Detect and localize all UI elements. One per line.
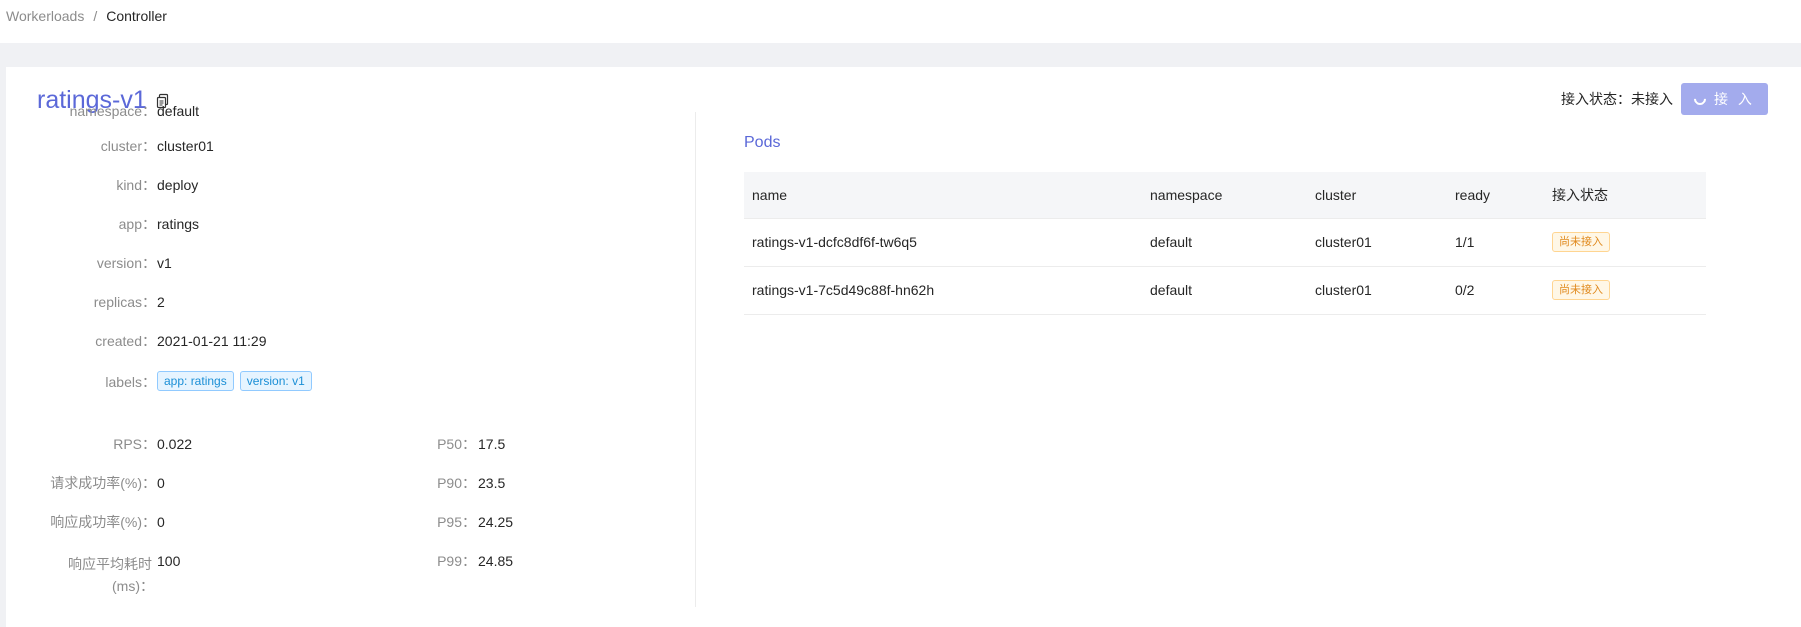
metric-label-line: (ms)： [112,578,154,594]
detail-value: cluster01 [157,138,214,154]
access-status-label: 接入状态： [1561,91,1631,107]
access-status: 接入状态：未接入 [1561,91,1673,107]
metric-label-p99: P99： [437,553,476,569]
column-header-cluster: cluster [1307,172,1447,219]
column-header-ready: ready [1447,172,1544,219]
detail-created: created： 2021-01-21 11:29 [6,333,686,349]
detail-value: 2021-01-21 11:29 [157,333,267,349]
breadcrumb-controller: Controller [106,8,167,24]
column-header-namespace: namespace [1142,172,1307,219]
metric-label-p95: P95： [437,514,476,530]
detail-version: version： v1 [6,255,686,271]
metric-label-line: 响应平均耗时 [68,556,152,572]
detail-card: ratings-v1 接入状态：未接入 接 入 namespace： defau… [6,67,1801,627]
metric-value-response-success: 0 [157,514,165,530]
pod-namespace: default [1142,218,1307,267]
detail-label: namespace： [69,103,156,119]
detail-namespace: namespace： default [6,103,686,119]
column-header-access-status: 接入状态 [1544,172,1706,219]
pod-status-cell: 尚未接入 [1544,266,1706,315]
breadcrumb-separator: / [93,8,98,24]
table-row: ratings-v1-7c5d49c88f-hn62h default clus… [744,266,1706,315]
metric-label-request-success: 请求成功率(%)： [50,475,156,491]
connect-button[interactable]: 接 入 [1681,83,1768,115]
top-bar: Workerloads / Controller [0,0,1801,43]
metric-label-response-success: 响应成功率(%)： [50,514,156,530]
pod-cluster: cluster01 [1307,266,1447,315]
detail-label: replicas： [93,294,156,310]
metric-label-avg-latency: 响应平均耗时 (ms)： [66,553,154,597]
column-header-name: name [744,172,1142,219]
access-status-value: 未接入 [1631,91,1673,107]
detail-label: cluster： [100,138,156,154]
detail-app: app： ratings [6,216,686,232]
status-badge: 尚未接入 [1552,232,1610,252]
detail-value: ratings [157,216,200,232]
pods-title: Pods [744,134,781,151]
label-tag: version: v1 [239,371,312,391]
detail-label: created： [95,333,156,349]
metric-label-rps: RPS： [113,436,156,452]
metric-value-p95: 24.25 [478,514,514,530]
connect-button-label: 接 入 [1714,91,1755,107]
detail-value: v1 [157,255,172,271]
vertical-divider [695,112,696,607]
detail-label: labels： [105,374,156,390]
metric-label-p50: P50： [437,436,476,452]
breadcrumb: Workerloads / Controller [6,8,167,24]
detail-kind: kind： deploy [6,177,686,193]
labels-tag-list: app: ratings version: v1 [157,371,318,391]
detail-value: default [157,103,200,119]
detail-value: deploy [157,177,199,193]
pod-ready: 0/2 [1447,266,1544,315]
detail-cluster: cluster： cluster01 [6,138,686,154]
detail-labels: labels： app: ratings version: v1 [6,371,686,392]
breadcrumb-workerloads[interactable]: Workerloads [6,8,84,24]
table-row: ratings-v1-dcfc8df6f-tw6q5 default clust… [744,218,1706,267]
metric-value-rps: 0.022 [157,436,193,452]
pod-ready: 1/1 [1447,218,1544,267]
metric-value-p99: 24.85 [478,553,514,569]
pods-table: name namespace cluster ready 接入状态 rating… [744,172,1706,315]
pod-namespace: default [1142,266,1307,315]
table-header-row: name namespace cluster ready 接入状态 [744,172,1706,219]
detail-replicas: replicas： 2 [6,294,686,310]
metric-value-p50: 17.5 [478,436,506,452]
metric-value-avg-latency: 100 [157,553,181,569]
detail-label: kind： [116,177,156,193]
pod-status-cell: 尚未接入 [1544,218,1706,267]
detail-value: 2 [157,294,165,310]
pod-name: ratings-v1-7c5d49c88f-hn62h [744,266,1142,315]
detail-label: version： [96,255,156,271]
metric-value-p90: 23.5 [478,475,506,491]
status-badge: 尚未接入 [1552,280,1610,300]
metric-value-request-success: 0 [157,475,165,491]
loading-spinner-icon [1691,90,1709,108]
pod-name: ratings-v1-dcfc8df6f-tw6q5 [744,218,1142,267]
label-tag: app: ratings [157,371,234,391]
pod-cluster: cluster01 [1307,218,1447,267]
metric-label-p90: P90： [437,475,476,491]
detail-label: app： [118,216,156,232]
